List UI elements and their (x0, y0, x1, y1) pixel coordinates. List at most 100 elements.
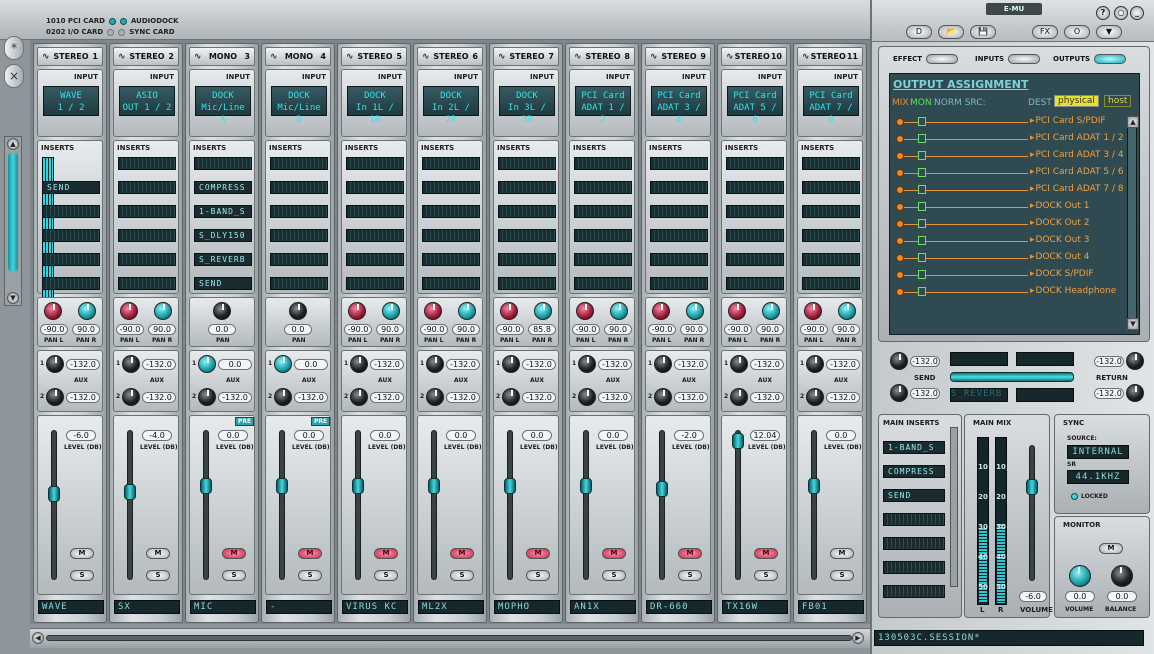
pan-left-knob[interactable] (652, 302, 670, 320)
insert-slot[interactable]: SEND (42, 181, 100, 194)
scroll-up-icon[interactable]: ▲ (7, 138, 19, 150)
mute-button[interactable]: M (526, 548, 550, 559)
insert-slot[interactable] (42, 253, 100, 266)
mix-toggle[interactable] (896, 152, 904, 160)
pan-right-value[interactable]: 90.0 (148, 324, 176, 335)
aux2-knob[interactable] (502, 388, 520, 406)
insert-slot[interactable]: SEND (194, 277, 252, 290)
solo-button[interactable]: S (450, 570, 474, 581)
pan-right-value[interactable]: 90.0 (376, 324, 404, 335)
input-source-lcd[interactable]: PCI Card ADAT 3 / 4 (651, 86, 707, 125)
insert-slot[interactable] (726, 229, 784, 242)
strip-header[interactable]: ∿ STEREO 1 (37, 47, 103, 66)
strip-header[interactable]: ∿ STEREO 9 (645, 47, 711, 66)
pan-left-value[interactable]: -90.0 (116, 324, 144, 335)
aux2-knob[interactable] (730, 388, 748, 406)
level-fader-track[interactable] (203, 430, 209, 580)
scroll-down-icon[interactable]: ▼ (1127, 318, 1139, 330)
insert-slot[interactable] (270, 205, 328, 218)
insert-slot[interactable] (726, 205, 784, 218)
insert-slot[interactable] (498, 253, 556, 266)
tab-inputs[interactable]: INPUTS (975, 54, 1041, 64)
restore-icon[interactable]: ○ (1114, 6, 1128, 20)
aux2-knob[interactable] (578, 388, 596, 406)
output-scrollbar[interactable]: ▲ ▼ (1127, 116, 1139, 330)
strip-header[interactable]: ∿ MONO 3 (189, 47, 255, 66)
aux2-value[interactable]: -132.0 (142, 392, 176, 403)
insert-slot[interactable] (270, 181, 328, 194)
return-aux2-knob[interactable] (1126, 384, 1144, 402)
scroll-thumb[interactable] (8, 153, 18, 271)
aux1-value[interactable]: -132.0 (142, 359, 176, 370)
solo-button[interactable]: S (602, 570, 626, 581)
level-fader[interactable] (504, 478, 516, 494)
output-destination-row[interactable]: DOCK Out 4 (896, 250, 1124, 267)
insert-slot[interactable] (422, 229, 480, 242)
level-fader[interactable] (200, 478, 212, 494)
level-fader[interactable] (656, 481, 668, 497)
level-fader-track[interactable] (659, 430, 665, 580)
aux2-value[interactable]: -132.0 (674, 392, 708, 403)
aux1-knob[interactable] (806, 355, 824, 373)
pan-right-knob[interactable] (382, 302, 400, 320)
main-volume-track[interactable] (1029, 445, 1035, 581)
physical-toggle[interactable]: physical (1054, 95, 1099, 107)
level-fader-track[interactable] (507, 430, 513, 580)
aux1-knob[interactable] (578, 355, 596, 373)
aux1-knob[interactable] (46, 355, 64, 373)
aux2-value[interactable]: -132.0 (522, 392, 556, 403)
scroll-track[interactable] (46, 635, 852, 641)
tab-inputs-button[interactable] (1008, 54, 1041, 64)
level-value[interactable]: -2.0 (674, 430, 704, 441)
aux1-value[interactable]: -132.0 (66, 359, 100, 370)
mon-toggle[interactable] (918, 253, 926, 262)
monitor-mute-button[interactable]: M (1099, 543, 1123, 554)
aux2-value[interactable]: -132.0 (826, 392, 860, 403)
input-source-lcd[interactable]: WAVE 1 / 2 (43, 86, 99, 116)
aux2-knob[interactable] (654, 388, 672, 406)
mon-toggle[interactable] (918, 202, 926, 211)
aux2-value[interactable]: -132.0 (598, 392, 632, 403)
strip-header[interactable]: ∿ STEREO 8 (569, 47, 635, 66)
host-toggle[interactable]: host (1104, 95, 1132, 107)
monitor-balance-knob[interactable] (1111, 565, 1133, 587)
insert-slot[interactable] (650, 277, 708, 290)
insert-slot[interactable]: S_DLY150 (194, 229, 252, 242)
mix-toggle[interactable] (896, 169, 904, 177)
output-destination-row[interactable]: PCI Card ADAT 1 / 2 (896, 131, 1124, 148)
aux2-knob[interactable] (426, 388, 444, 406)
mute-button[interactable]: M (602, 548, 626, 559)
pan-value[interactable]: 0.0 (284, 324, 312, 335)
main-insert-slot[interactable] (883, 537, 945, 550)
mix-toggle[interactable] (896, 271, 904, 279)
monitor-volume-knob[interactable] (1069, 565, 1091, 587)
mix-toggle[interactable] (896, 220, 904, 228)
close-icon[interactable]: × (4, 64, 24, 88)
aux1-value[interactable]: -132.0 (826, 359, 860, 370)
insert-slot[interactable] (346, 253, 404, 266)
horizontal-scrollbar[interactable]: ◀ ▶ (30, 628, 870, 648)
level-fader-track[interactable] (735, 430, 741, 580)
aux1-value[interactable]: 0.0 (294, 359, 328, 370)
insert-slot[interactable] (118, 277, 176, 290)
aux1-value[interactable]: -132.0 (446, 359, 480, 370)
aux1-knob[interactable] (350, 355, 368, 373)
insert-slot[interactable] (650, 205, 708, 218)
insert-slot[interactable]: 1-BAND_S (194, 205, 252, 218)
channel-name-lcd[interactable]: WAVE (38, 600, 104, 614)
aux1-knob[interactable] (274, 355, 292, 373)
insert-slot[interactable] (42, 229, 100, 242)
mute-button[interactable]: M (146, 548, 170, 559)
output-destination-row[interactable]: DOCK S/PDIF (896, 267, 1124, 284)
insert-slot[interactable] (270, 253, 328, 266)
mon-toggle[interactable] (918, 185, 926, 194)
aux1-value[interactable]: -132.0 (522, 359, 556, 370)
main-volume-fader[interactable] (1026, 479, 1038, 495)
main-inserts-scrollbar[interactable] (950, 427, 958, 587)
scroll-right-icon[interactable]: ▶ (852, 632, 864, 644)
pan-right-knob[interactable] (686, 302, 704, 320)
monitor-balance-value[interactable]: 0.0 (1107, 591, 1137, 602)
aux1-knob[interactable] (122, 355, 140, 373)
solo-button[interactable]: S (70, 570, 94, 581)
pan-knob[interactable] (213, 302, 231, 320)
